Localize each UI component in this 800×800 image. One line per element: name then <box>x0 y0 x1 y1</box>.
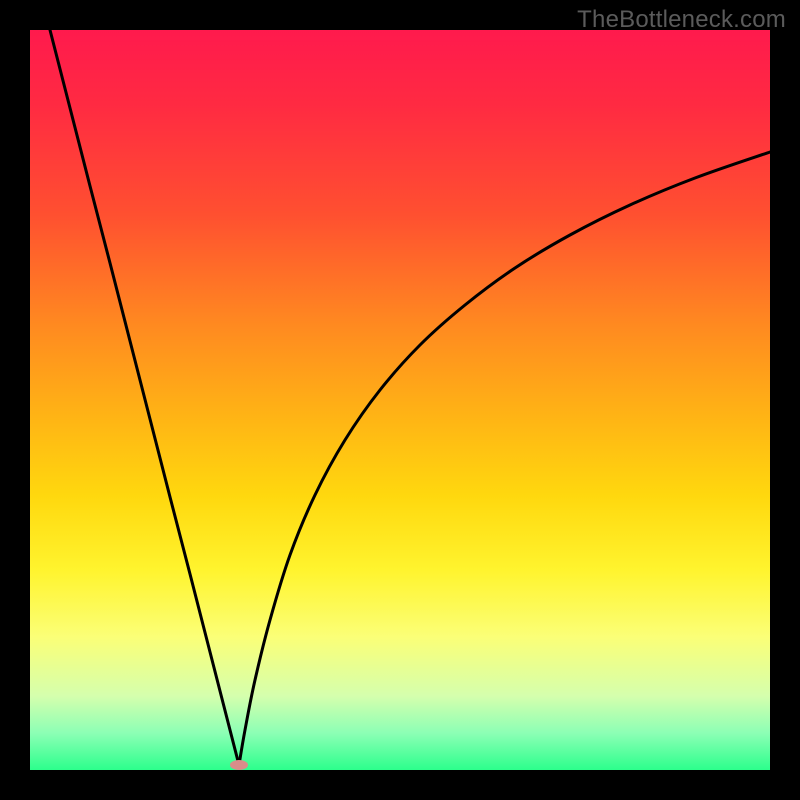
plot-area <box>30 30 770 770</box>
curve-left-branch <box>50 30 239 765</box>
chart-frame: TheBottleneck.com <box>0 0 800 800</box>
curve-layer <box>30 30 770 770</box>
cusp-marker <box>230 760 248 770</box>
curve-right-branch <box>239 152 770 765</box>
